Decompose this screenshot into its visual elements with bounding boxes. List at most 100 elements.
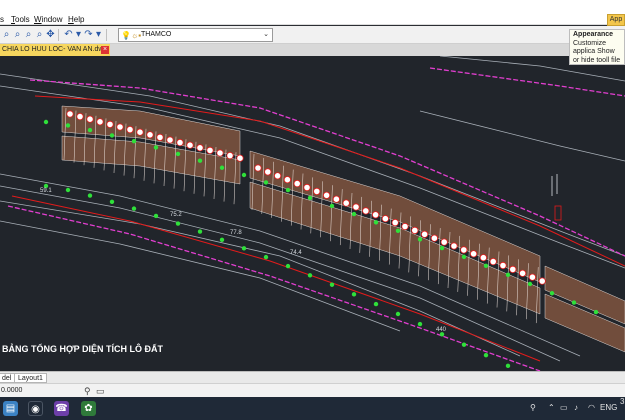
lot-number-marker xyxy=(166,136,174,144)
lot-number-marker xyxy=(322,191,331,199)
dimension-label: 74.4 xyxy=(290,250,302,256)
lot-number-marker xyxy=(440,238,448,246)
survey-point xyxy=(109,199,115,204)
survey-point xyxy=(109,133,115,138)
status-settings-icon[interactable]: ▭ xyxy=(96,386,105,397)
survey-point xyxy=(351,211,357,217)
menu-item-window[interactable]: Window xyxy=(34,15,62,24)
drawing-canvas[interactable]: 59.1 75.2 77.8 74.4 440 BẢNG TỔNG HỢP DI… xyxy=(0,56,625,371)
dimension-label: 440 xyxy=(436,327,447,333)
survey-point xyxy=(131,139,137,144)
lot-number-marker xyxy=(313,187,321,195)
survey-point xyxy=(153,213,159,219)
tray-expand-icon[interactable]: ⌃ xyxy=(548,403,555,412)
dimension-label: 75.2 xyxy=(170,212,182,218)
survey-point xyxy=(307,273,313,278)
windows-taskbar: ▤ ◉ ☎ ✿ ⚲ ⌃ ▭ ♪ ◠ ENG 3 xyxy=(0,397,625,420)
app-icon[interactable]: ✿ xyxy=(81,401,96,416)
autocad-window: s Tools Window Help App ⌕ ⌕ ⌕ ⌕ ✥ ↶ ▾ ↷ … xyxy=(0,0,625,420)
survey-point xyxy=(307,195,313,201)
survey-point xyxy=(373,220,379,225)
pan-icon[interactable]: ✥ xyxy=(44,28,57,41)
chevron-down-icon: ⌄ xyxy=(263,31,269,38)
lot-number-marker xyxy=(371,211,380,219)
survey-point xyxy=(395,228,401,233)
lot-number-marker xyxy=(450,242,458,250)
dimension-label: 77.8 xyxy=(230,230,242,236)
survey-point xyxy=(549,291,555,296)
lot-number-marker xyxy=(509,265,517,273)
redo-dropdown-icon[interactable]: ▾ xyxy=(92,28,105,41)
wifi-icon[interactable]: ◠ xyxy=(588,403,595,412)
layer-state-icons: 💡☼▪ xyxy=(121,31,142,40)
chrome-icon[interactable]: ◉ xyxy=(28,401,43,416)
lot-number-marker xyxy=(420,230,429,238)
lot-number-marker xyxy=(401,222,409,231)
volume-icon[interactable]: ♪ xyxy=(574,403,578,412)
file-explorer-icon[interactable]: ▤ xyxy=(3,401,18,416)
lot-number-marker xyxy=(126,126,134,134)
lot-number-marker xyxy=(216,149,224,157)
survey-point xyxy=(395,311,401,317)
survey-point xyxy=(417,321,423,327)
lot-number-marker xyxy=(528,273,537,281)
tooltip-title: Appearance xyxy=(573,31,614,38)
survey-point xyxy=(87,127,93,133)
survey-point xyxy=(571,300,577,305)
toolbar-separator xyxy=(58,29,59,41)
lot-number-marker xyxy=(332,195,340,203)
survey-point xyxy=(263,180,269,185)
survey-point xyxy=(263,254,269,260)
lot-number-marker xyxy=(106,120,114,129)
battery-icon[interactable]: ▭ xyxy=(560,403,568,412)
survey-point xyxy=(593,309,599,315)
lot-number-marker xyxy=(86,115,94,123)
lot-number-marker xyxy=(293,180,301,188)
survey-point xyxy=(241,172,247,178)
survey-point xyxy=(417,237,423,242)
lot-number-marker xyxy=(156,133,164,142)
appearance-button[interactable]: App xyxy=(607,14,625,26)
language-indicator[interactable]: ENG xyxy=(600,403,617,412)
lot-number-marker xyxy=(538,277,546,285)
menu-item-help[interactable]: Help xyxy=(68,15,84,24)
coordinates-readout: 0.0000 xyxy=(1,387,23,394)
lot-number-marker xyxy=(136,128,144,136)
menu-item-tools[interactable]: Tools xyxy=(11,15,30,24)
survey-point xyxy=(197,229,203,234)
lot-number-marker xyxy=(76,112,84,121)
survey-point xyxy=(527,281,533,287)
tab-layout1[interactable]: Layout1 xyxy=(14,373,47,383)
lot-number-marker xyxy=(196,144,204,152)
file-tab-bar: CHIA LO HUU LOC- VAN AN.dwg × xyxy=(0,44,625,56)
survey-point xyxy=(483,263,489,269)
lot-hatch-areas xyxy=(61,105,625,353)
layer-dropdown[interactable]: 💡☼▪ THAMCO ⌄ xyxy=(118,28,273,42)
file-tab-active[interactable]: CHIA LO HUU LOC- VAN AN.dwg xyxy=(0,44,110,56)
file-tab-label: CHIA LO HUU LOC- VAN AN.dwg xyxy=(2,46,108,53)
lot-number-marker xyxy=(66,110,74,118)
clock[interactable]: 3 xyxy=(620,397,624,406)
survey-point xyxy=(219,237,225,243)
lot-number-marker xyxy=(264,168,272,176)
lot-number-marker xyxy=(362,207,370,215)
survey-point xyxy=(505,363,511,369)
dimension-label: 59.1 xyxy=(40,188,52,194)
lot-number-marker xyxy=(116,123,124,131)
viber-icon[interactable]: ☎ xyxy=(54,401,69,416)
survey-point xyxy=(65,187,71,193)
menu-bar: s Tools Window Help App xyxy=(0,0,625,26)
close-tab-icon[interactable]: × xyxy=(101,46,109,54)
lot-number-marker xyxy=(430,234,438,242)
lot-number-marker xyxy=(186,141,194,149)
lot-number-marker xyxy=(146,131,154,139)
annotation-monitor-icon[interactable]: ⚲ xyxy=(84,386,91,397)
toolbar-separator xyxy=(106,29,107,41)
survey-point xyxy=(461,342,467,347)
lot-number-marker xyxy=(206,146,214,155)
people-icon[interactable]: ⚲ xyxy=(530,403,536,412)
lot-number-marker xyxy=(254,164,262,172)
survey-point xyxy=(285,187,291,193)
north-arrow-marks xyxy=(551,174,562,221)
lot-number-marker xyxy=(411,226,419,234)
